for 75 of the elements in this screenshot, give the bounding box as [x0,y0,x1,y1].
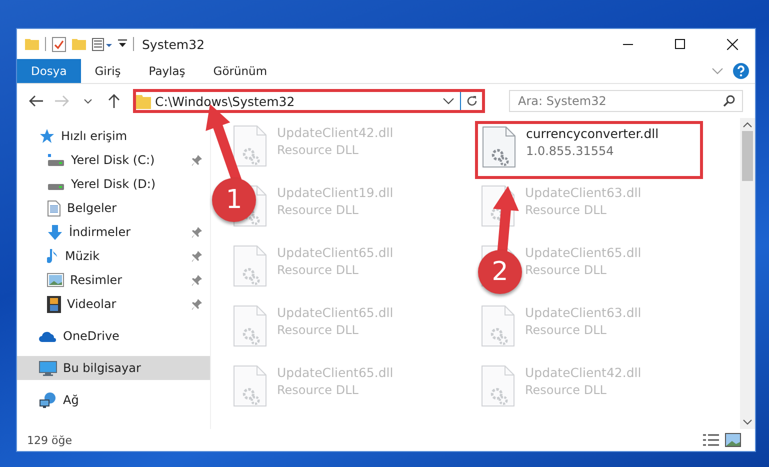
address-bar[interactable]: C:\Windows\System32 [133,89,485,113]
forward-arrow-icon [55,95,69,107]
scrollbar-thumb[interactable] [742,131,753,181]
ribbon-tab[interactable]: Paylaş [134,59,200,83]
file-detail: Resource DLL [525,262,608,279]
sidebar-item[interactable]: Belgeler [17,196,210,220]
search-field[interactable]: Ara: System32 [509,90,743,112]
network-icon [39,392,57,408]
sidebar-item[interactable]: Yerel Disk (D:) [17,172,210,196]
drive-icon [47,154,65,166]
sidebar-item[interactable]: Müzik [17,244,210,268]
item-count: 129 öğe [27,434,72,446]
address-path: C:\Windows\System32 [154,94,296,108]
folder-icon [25,38,39,50]
folder-icon [136,94,151,108]
file-detail: 1.0.855.31554 [526,143,615,160]
large-icons-view-icon[interactable] [725,433,741,447]
maximize-icon [675,39,685,49]
drive-icon [47,184,65,190]
checklist-icon[interactable] [52,36,66,52]
sidebar-item[interactable]: OneDrive [17,324,210,348]
search-icon [723,95,735,107]
file-detail: Resource DLL [277,382,360,399]
help-icon[interactable] [733,63,749,79]
sidebar-item[interactable]: Resimler [17,268,210,292]
window-title: System32 [142,36,205,52]
pin-icon [192,154,202,166]
close-icon [726,38,738,50]
dll-file-icon [233,365,267,407]
pin-icon [192,250,202,262]
refresh-icon [466,95,478,107]
film-icon [47,296,61,312]
dll-file-icon [233,125,267,167]
dll-file-icon [482,126,516,168]
file-name[interactable]: currencyconverter.dll [526,126,659,142]
dll-file-icon [481,305,515,347]
picture-icon [47,273,64,287]
file-detail: Resource DLL [277,202,360,219]
scroll-up-icon[interactable] [743,122,752,128]
scrollbar[interactable] [740,118,755,429]
chevron-down-icon[interactable] [443,98,454,104]
dll-file-icon [233,245,267,287]
music-note-icon [47,248,59,264]
ribbon-tab[interactable]: Giriş [80,59,135,83]
properties-icon[interactable] [92,38,112,50]
star-icon [39,128,55,144]
pin-icon [192,298,202,310]
ribbon-tab[interactable]: Görünüm [199,59,282,83]
sidebar-item[interactable]: Bu bilgisayar [17,356,210,380]
sidebar-item[interactable]: İndirmeler [17,220,210,244]
dropdown-icon[interactable] [118,39,127,49]
dll-file-icon [233,305,267,347]
sidebar-item[interactable]: Yerel Disk (C:) [17,148,210,172]
sidebar-item[interactable]: Ağ [17,388,210,412]
pin-icon [192,226,202,238]
sidebar-item[interactable]: Hızlı erişim [17,124,210,148]
scroll-down-icon[interactable] [743,419,752,425]
pin-icon [192,274,202,286]
back-arrow-icon [29,95,43,107]
chevron-down-icon [84,98,92,104]
file-detail: Resource DLL [525,322,608,339]
up-arrow-icon [108,94,120,108]
file-detail: Resource DLL [525,382,608,399]
file-detail: Resource DLL [277,322,360,339]
document-icon [47,200,61,216]
details-view-icon[interactable] [703,433,719,447]
file-detail: Resource DLL [277,142,360,159]
ribbon-tab[interactable]: Dosya [17,59,81,83]
download-icon [47,224,63,240]
sidebar-item[interactable]: Videolar [17,292,210,316]
cloud-icon [39,330,57,342]
file-detail: Resource DLL [525,202,608,219]
monitor-icon [39,360,57,376]
dll-file-icon [481,365,515,407]
file-detail: Resource DLL [277,262,360,279]
